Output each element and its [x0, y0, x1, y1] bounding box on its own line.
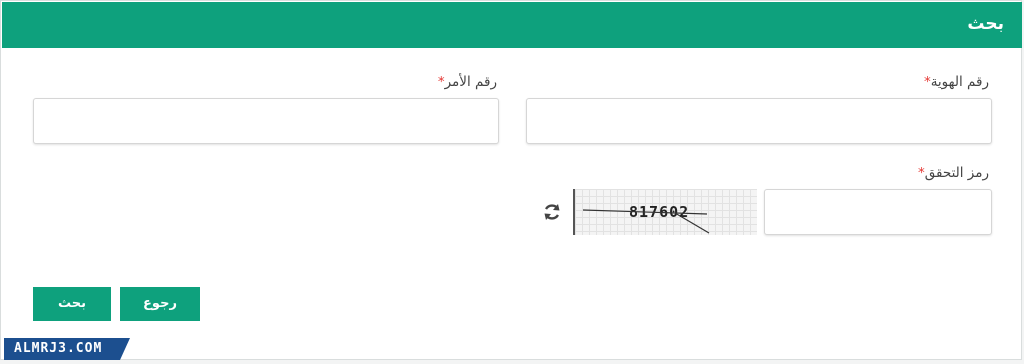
required-marker: * — [923, 74, 931, 90]
id-number-input[interactable] — [527, 99, 991, 143]
panel-header: بحث — [2, 2, 1022, 48]
refresh-icon-svg — [544, 204, 560, 220]
captcha-input[interactable] — [765, 190, 991, 234]
captcha-label: رمز التحقق* — [918, 165, 989, 181]
order-number-input[interactable] — [34, 99, 498, 143]
search-button[interactable]: بحث — [33, 287, 111, 321]
refresh-icon[interactable] — [541, 201, 563, 223]
back-button[interactable]: رجوع — [120, 287, 200, 321]
id-number-field[interactable] — [526, 98, 992, 144]
captcha-image: 817602 — [573, 189, 757, 235]
required-marker: * — [437, 74, 445, 90]
required-marker: * — [918, 165, 925, 181]
order-number-label: رقم الأمر* — [438, 74, 497, 90]
watermark: ALMRJ3.COM — [4, 338, 130, 360]
id-number-label: رقم الهوية* — [924, 74, 989, 90]
captcha-field[interactable] — [764, 189, 992, 235]
order-number-field[interactable] — [33, 98, 499, 144]
captcha-label-text: رمز التحقق — [924, 165, 989, 181]
captcha-noise-lines — [582, 209, 710, 234]
watermark-text: ALMRJ3.COM — [14, 341, 103, 356]
page-title: بحث — [967, 14, 1004, 34]
search-panel: بحث رقم الهوية* رقم الأمر* رمز التحقق* 8… — [0, 0, 1022, 360]
order-number-label-text: رقم الأمر — [444, 74, 497, 90]
id-number-label-text: رقم الهوية — [930, 74, 989, 90]
